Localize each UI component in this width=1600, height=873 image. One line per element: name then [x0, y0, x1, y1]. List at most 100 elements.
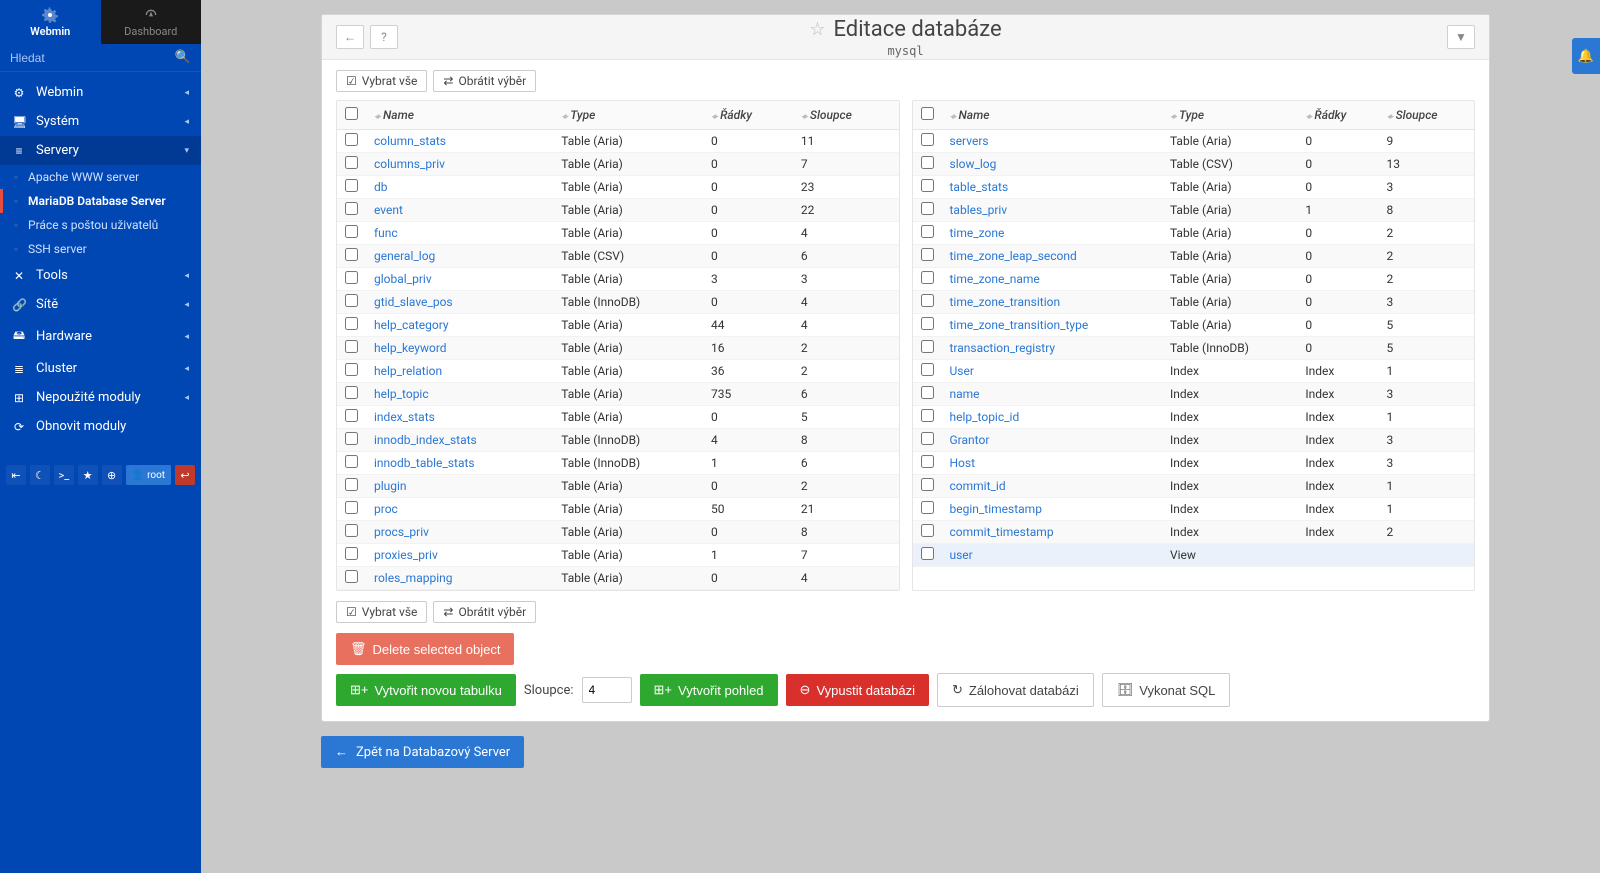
nav-item[interactable]: ✕Tools◂ — [0, 261, 201, 290]
col-type[interactable]: ◂▸Type — [1162, 101, 1297, 130]
row-checkbox[interactable] — [345, 340, 358, 353]
row-checkbox[interactable] — [921, 432, 934, 445]
row-checkbox[interactable] — [345, 179, 358, 192]
row-checkbox[interactable] — [921, 225, 934, 238]
row-checkbox[interactable] — [345, 409, 358, 422]
row-checkbox[interactable] — [345, 225, 358, 238]
select-all-checkbox[interactable] — [345, 107, 358, 120]
back-arrow-button[interactable]: ← — [336, 25, 364, 49]
terminal-icon[interactable]: >_ — [54, 465, 74, 485]
row-checkbox[interactable] — [921, 317, 934, 330]
row-checkbox[interactable] — [921, 547, 934, 560]
back-to-server-button[interactable]: ← Zpět na Databazový Server — [321, 736, 524, 768]
select-all-button-bottom[interactable]: ☑Vybrat vše — [336, 601, 427, 623]
table-name-link[interactable]: proxies_priv — [366, 544, 553, 567]
nav-item[interactable]: 🖴Hardware◂ — [0, 319, 201, 354]
row-checkbox[interactable] — [345, 386, 358, 399]
favorite-star-icon[interactable]: ☆ — [809, 19, 825, 40]
row-checkbox[interactable] — [921, 386, 934, 399]
table-name-link[interactable]: help_category — [366, 314, 553, 337]
row-checkbox[interactable] — [345, 478, 358, 491]
table-name-link[interactable]: columns_priv — [366, 153, 553, 176]
row-checkbox[interactable] — [345, 363, 358, 376]
nav-item[interactable]: ≣Cluster◂ — [0, 354, 201, 383]
table-name-link[interactable]: name — [942, 383, 1162, 406]
row-checkbox[interactable] — [921, 409, 934, 422]
table-name-link[interactable]: help_keyword — [366, 337, 553, 360]
delete-selected-button[interactable]: 🗑Delete selected object — [336, 633, 514, 665]
row-checkbox[interactable] — [345, 202, 358, 215]
row-checkbox[interactable] — [921, 524, 934, 537]
table-name-link[interactable]: time_zone_transition_type — [942, 314, 1162, 337]
row-checkbox[interactable] — [921, 478, 934, 491]
tab-webmin[interactable]: Webmin — [0, 0, 101, 44]
col-cols[interactable]: ◂▸Sloupce — [1379, 101, 1474, 130]
table-name-link[interactable]: tables_priv — [942, 199, 1162, 222]
row-checkbox[interactable] — [921, 133, 934, 146]
row-checkbox[interactable] — [345, 501, 358, 514]
row-checkbox[interactable] — [345, 271, 358, 284]
nav-item[interactable]: 🔗Sítě◂ — [0, 290, 201, 319]
row-checkbox[interactable] — [345, 294, 358, 307]
row-checkbox[interactable] — [921, 455, 934, 468]
col-name[interactable]: ◂▸Name — [366, 101, 553, 130]
table-name-link[interactable]: roles_mapping — [366, 567, 553, 590]
columns-input[interactable] — [582, 677, 632, 703]
col-rows[interactable]: ◂▸Řádky — [703, 101, 793, 130]
logout-icon[interactable]: ↩ — [175, 465, 195, 485]
nav-item[interactable]: ⚙Webmin◂ — [0, 78, 201, 107]
table-name-link[interactable]: Grantor — [942, 429, 1162, 452]
col-name[interactable]: ◂▸Name — [942, 101, 1162, 130]
star-icon[interactable]: ★ — [78, 465, 98, 485]
table-name-link[interactable]: db — [366, 176, 553, 199]
expand-icon[interactable]: ⇤ — [6, 465, 26, 485]
table-name-link[interactable]: begin_timestamp — [942, 498, 1162, 521]
row-checkbox[interactable] — [921, 248, 934, 261]
search-input[interactable] — [10, 51, 175, 65]
subnav-item[interactable]: MariaDB Database Server — [0, 189, 201, 213]
table-name-link[interactable]: innodb_index_stats — [366, 429, 553, 452]
invert-selection-button[interactable]: ⇄Obrátit výběr — [433, 70, 536, 92]
night-icon[interactable]: ☾ — [30, 465, 50, 485]
table-name-link[interactable]: time_zone_name — [942, 268, 1162, 291]
row-checkbox[interactable] — [921, 340, 934, 353]
invert-selection-button-bottom[interactable]: ⇄Obrátit výběr — [433, 601, 536, 623]
table-name-link[interactable]: time_zone — [942, 222, 1162, 245]
row-checkbox[interactable] — [345, 133, 358, 146]
row-checkbox[interactable] — [345, 547, 358, 560]
row-checkbox[interactable] — [345, 524, 358, 537]
col-cols[interactable]: ◂▸Sloupce — [793, 101, 899, 130]
table-name-link[interactable]: innodb_table_stats — [366, 452, 553, 475]
row-checkbox[interactable] — [921, 501, 934, 514]
nav-item[interactable]: 🖥Systém◂ — [0, 107, 201, 136]
table-name-link[interactable]: index_stats — [366, 406, 553, 429]
row-checkbox[interactable] — [345, 248, 358, 261]
select-all-checkbox[interactable] — [921, 107, 934, 120]
row-checkbox[interactable] — [921, 294, 934, 307]
table-name-link[interactable]: commit_timestamp — [942, 521, 1162, 544]
row-checkbox[interactable] — [921, 202, 934, 215]
user-badge[interactable]: 👤root — [126, 465, 171, 485]
table-name-link[interactable]: gtid_slave_pos — [366, 291, 553, 314]
table-name-link[interactable]: commit_id — [942, 475, 1162, 498]
col-rows[interactable]: ◂▸Řádky — [1297, 101, 1378, 130]
row-checkbox[interactable] — [921, 156, 934, 169]
subnav-item[interactable]: Práce s poštou uživatelů — [0, 213, 201, 237]
table-name-link[interactable]: transaction_registry — [942, 337, 1162, 360]
table-name-link[interactable]: servers — [942, 130, 1162, 153]
subnav-item[interactable]: Apache WWW server — [0, 165, 201, 189]
row-checkbox[interactable] — [345, 455, 358, 468]
table-name-link[interactable]: procs_priv — [366, 521, 553, 544]
table-name-link[interactable]: help_topic — [366, 383, 553, 406]
row-checkbox[interactable] — [345, 432, 358, 445]
table-name-link[interactable]: time_zone_transition — [942, 291, 1162, 314]
table-name-link[interactable]: User — [942, 360, 1162, 383]
table-name-link[interactable]: Host — [942, 452, 1162, 475]
filter-button[interactable]: ▼ — [1447, 25, 1475, 49]
table-name-link[interactable]: func — [366, 222, 553, 245]
backup-database-button[interactable]: ↻Zálohovat databázi — [937, 673, 1094, 707]
select-all-button[interactable]: ☑Vybrat vše — [336, 70, 427, 92]
col-type[interactable]: ◂▸Type — [553, 101, 703, 130]
table-name-link[interactable]: help_topic_id — [942, 406, 1162, 429]
nav-item[interactable]: ⊞Nepoužité moduly◂ — [0, 383, 201, 412]
